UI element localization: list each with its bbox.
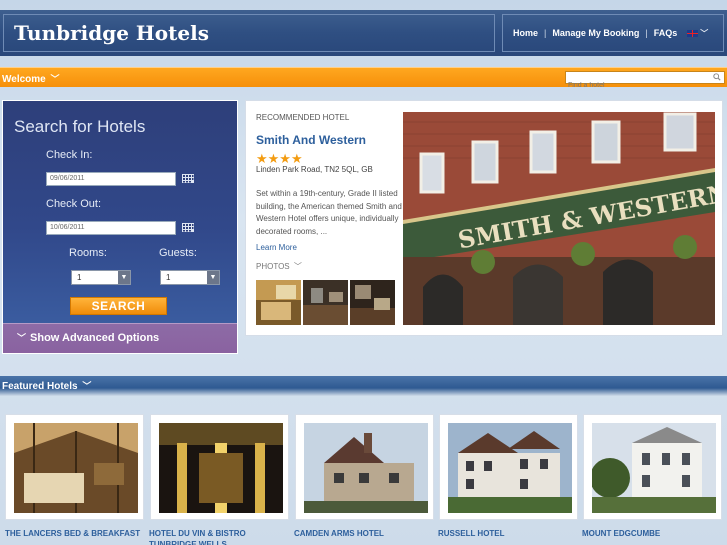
dropdown-arrow-icon: ▼ <box>118 271 130 284</box>
uk-flag-icon[interactable] <box>687 29 699 37</box>
check-in-label: Check In: <box>46 149 93 161</box>
nav-home-link[interactable]: Home <box>513 28 538 38</box>
advanced-options-toggle[interactable]: ﹀ Show Advanced Options <box>3 323 237 353</box>
featured-label: Featured Hotels <box>2 381 78 392</box>
hotel-description: Set within a 19th-century, Grade II list… <box>256 189 402 236</box>
featured-hotel-card[interactable] <box>295 414 434 520</box>
nav-faqs-link[interactable]: FAQs <box>654 28 678 38</box>
brand-box: Tunbridge Hotels <box>3 14 495 52</box>
photo-thumbnail[interactable] <box>350 280 395 325</box>
featured-hotel-name[interactable]: THE LANCERS BED & BREAKFAST <box>5 528 150 545</box>
featured-hotels-bar: Featured Hotels ﹀ <box>0 376 727 396</box>
rooms-value: 1 <box>77 273 82 282</box>
top-nav: Home | Manage My Booking | FAQs ﹀ <box>502 14 724 52</box>
photo-thumbnail[interactable] <box>303 280 348 325</box>
hotel-address: Linden Park Road, TN2 5QL, GB <box>256 165 373 174</box>
welcome-toggle[interactable]: Welcome ﹀ <box>2 72 60 85</box>
check-out-field[interactable]: 10/06/2011 <box>46 221 176 235</box>
hotel-photo[interactable] <box>304 423 428 513</box>
chevron-down-icon: ﹀ <box>293 262 302 271</box>
site-header: Tunbridge Hotels Home | Manage My Bookin… <box>0 10 727 56</box>
calendar-icon[interactable] <box>182 174 194 183</box>
advanced-options-label: Show Advanced Options <box>30 332 160 344</box>
guests-select[interactable]: 1 ▼ <box>160 270 220 285</box>
check-in-field[interactable]: 09/06/2011 <box>46 172 176 186</box>
photos-toggle[interactable]: PHOTOS ﹀ <box>256 261 302 272</box>
chevron-down-icon: ﹀ <box>17 333 27 343</box>
site-logo[interactable]: Tunbridge Hotels <box>14 21 209 45</box>
featured-hotel-card[interactable] <box>439 414 578 520</box>
featured-hotel-card[interactable] <box>583 414 722 520</box>
check-out-label: Check Out: <box>46 198 102 210</box>
welcome-bar: Welcome ﹀ <box>0 67 727 91</box>
guests-label: Guests: <box>159 247 197 259</box>
featured-hotel-name[interactable]: MOUNT EDGCUMBE <box>582 528 727 545</box>
nav-separator: | <box>544 28 547 38</box>
hotel-photo[interactable] <box>14 423 138 513</box>
learn-more-link[interactable]: Learn More <box>256 243 297 252</box>
dropdown-arrow-icon: ▼ <box>207 271 219 284</box>
featured-hotel-name[interactable]: HOTEL DU VIN & BISTRO TUNBRIDGE WELLS <box>149 528 289 545</box>
rooms-label: Rooms: <box>69 247 107 259</box>
recommended-hotel-panel: RECOMMENDED HOTEL Smith And Western ★★★★… <box>245 100 723 336</box>
hotel-search-box <box>565 71 725 91</box>
search-title: Search for Hotels <box>14 117 146 136</box>
nav-manage-booking-link[interactable]: Manage My Booking <box>552 28 639 38</box>
search-button[interactable]: SEARCH <box>70 297 167 315</box>
chevron-down-icon[interactable]: ﹀ <box>700 28 708 39</box>
featured-hotel-name[interactable]: CAMDEN ARMS HOTEL <box>294 528 439 545</box>
featured-toggle[interactable]: Featured Hotels ﹀ <box>2 379 91 392</box>
hotel-photo[interactable] <box>448 423 572 513</box>
recommended-hotel-name[interactable]: Smith And Western <box>256 133 366 147</box>
calendar-icon[interactable] <box>182 223 194 232</box>
hotel-photo[interactable] <box>592 423 716 513</box>
chevron-down-icon: ﹀ <box>50 74 60 84</box>
rooms-select[interactable]: 1 ▼ <box>71 270 131 285</box>
welcome-label: Welcome <box>2 74 46 85</box>
guests-value: 1 <box>166 273 171 282</box>
featured-hotel-card[interactable] <box>5 414 144 520</box>
featured-hotel-card[interactable] <box>150 414 289 520</box>
nav-separator: | <box>645 28 648 38</box>
search-icon[interactable] <box>713 73 721 81</box>
search-panel: Search for Hotels Check In: 09/06/2011 C… <box>2 100 238 354</box>
hotel-photo[interactable] <box>159 423 283 513</box>
featured-hotel-name[interactable]: RUSSELL HOTEL <box>438 528 583 545</box>
photo-thumbnail[interactable] <box>256 280 301 325</box>
photos-label: PHOTOS <box>256 262 290 271</box>
recommended-kicker: RECOMMENDED HOTEL <box>256 113 350 122</box>
recommended-hotel-photo[interactable]: SMITH & WESTERN <box>403 112 715 325</box>
hotel-search-input[interactable] <box>566 80 706 91</box>
chevron-down-icon: ﹀ <box>82 381 92 391</box>
